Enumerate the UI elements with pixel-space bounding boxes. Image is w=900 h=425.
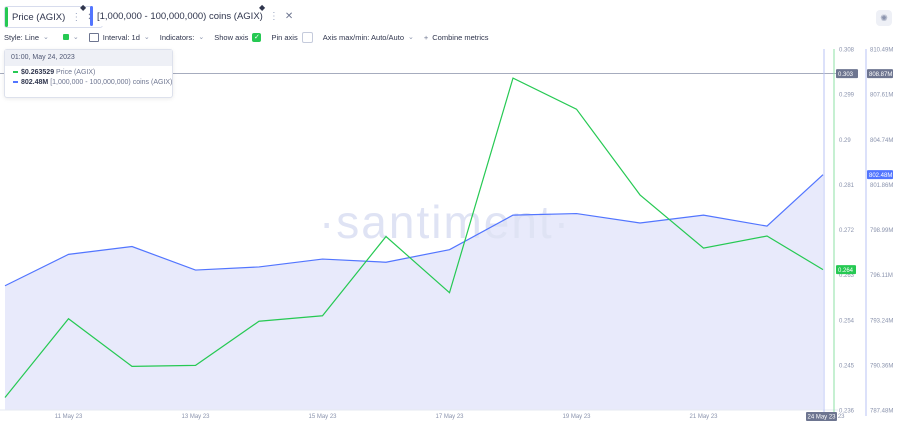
tooltip-price-value: $0.263529: [21, 69, 55, 76]
price-reference-badge-text: 0.303: [838, 72, 854, 78]
coins-axis-tick-label: 790.36M: [870, 363, 893, 369]
coins-axis-tick-label: 804.74M: [870, 138, 893, 144]
coins-axis-tick-label: 798.99M: [870, 228, 893, 234]
tooltip-price-row: $0.263529 Price (AGIX): [5, 69, 172, 76]
coins-axis-tick-label: 796.11M: [870, 273, 893, 279]
x-axis-tick-label: 15 May 23: [308, 414, 337, 420]
tooltip-price-label: Price (AGIX): [56, 69, 96, 76]
coins-axis-tick-label: 807.61M: [870, 93, 893, 99]
price-reference-badge: 0.303: [836, 69, 858, 79]
price-axis-tick-label: 0.308: [839, 48, 855, 54]
x-axis-tick-label: 21 May 23: [689, 414, 718, 420]
tooltip-coins-value: 802.48M: [21, 79, 49, 86]
price-axis-tick-label: 0.254: [839, 318, 855, 324]
coins-reference-badge-text: 808.87M: [869, 72, 892, 78]
price-axis-tick-label: 0.245: [839, 363, 855, 369]
coins-axis-tick-label: 787.48M: [870, 409, 893, 415]
coins-axis-tick-label: 810.49M: [870, 48, 893, 54]
price-legend-dash: [13, 71, 18, 74]
price-last-value-badge: 0.264: [836, 265, 856, 275]
price-axis-tick-label: 0.281: [839, 183, 855, 189]
santiment-watermark: ·santiment·: [319, 196, 571, 248]
tooltip-coins-label: [1,000,000 - 100,000,000) coins (AGIX): [50, 79, 173, 86]
coins-last-value-badge-text: 802.48M: [869, 173, 892, 179]
coins-reference-badge: 808.87M: [867, 69, 893, 79]
chart-tooltip: 01:00, May 24, 2023 $0.263529 Price (AGI…: [4, 49, 173, 98]
x-axis-tick-label: 11 May 23: [55, 414, 83, 420]
current-date-label: 24 May 23: [807, 415, 836, 421]
coins-last-value-badge: 802.48M: [867, 170, 893, 180]
price-axis-tick-label: 0.299: [839, 93, 855, 99]
x-axis-tick-label: 13 May 23: [181, 414, 210, 420]
price-last-value-badge-text: 0.264: [838, 268, 854, 274]
coins-axis-tick-label: 793.24M: [870, 318, 893, 324]
price-axis-tick-label: 0.272: [839, 228, 855, 234]
coins-axis-tick-label: 801.86M: [870, 183, 893, 189]
coins-legend-dash: [13, 81, 18, 84]
x-axis-tick-label: 17 May 23: [435, 414, 464, 420]
price-axis-tick-label: 0.29: [839, 138, 851, 144]
x-axis-tick-label: 19 May 23: [562, 414, 591, 420]
tooltip-date: 01:00, May 24, 2023: [5, 50, 172, 66]
tooltip-coins-row: 802.48M [1,000,000 - 100,000,000) coins …: [5, 79, 172, 86]
